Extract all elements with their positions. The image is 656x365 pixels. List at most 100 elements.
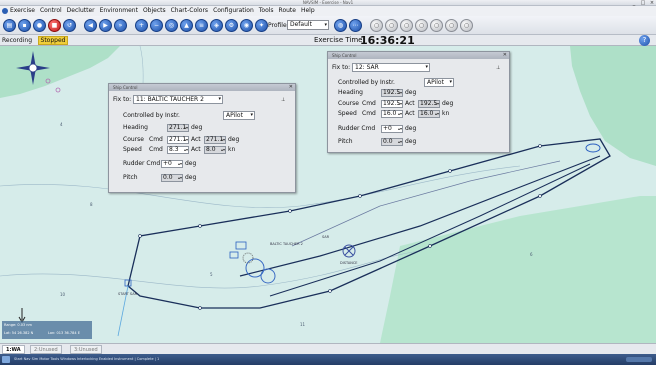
menu-route[interactable]: Route [279, 6, 296, 16]
buoy-icon[interactable]: ○ [430, 19, 443, 32]
controlled-by-value: APilot [226, 112, 243, 119]
exercise-time-value: 16:36:21 [360, 34, 415, 47]
controlled-by-select[interactable]: APilot ▾ [424, 78, 454, 87]
fix-to-value: 11: BALTIC TAUCHER 2 [136, 96, 204, 103]
menu-environment[interactable]: Environment [100, 6, 138, 16]
os-taskbar: Start Nav Sim Motor Tools Windows Interl… [0, 354, 656, 365]
pitch-label: Pitch [123, 174, 138, 181]
fix-to-select[interactable]: 12: SAR ▾ [352, 63, 430, 72]
heading-label: Heading [338, 89, 363, 96]
fast-forward-icon[interactable]: » [114, 19, 127, 32]
svg-text:8: 8 [90, 202, 93, 207]
speed-cmd-input[interactable]: 16.0 ▴▾ [381, 110, 403, 118]
course-unit: deg [228, 136, 240, 143]
pitch-label: Pitch [338, 138, 353, 145]
vessel-cluster[interactable] [229, 241, 276, 284]
fix-to-select[interactable]: 11: BALTIC TAUCHER 2 ▾ [133, 95, 223, 104]
course-act-value: 192.5 ▴▾ [418, 100, 440, 108]
pitch-value: 0.0 ▴▾ [381, 138, 403, 146]
coastline-se [380, 196, 656, 343]
zoom-out-icon[interactable]: − [150, 19, 163, 32]
range-readout: Range: 0.03 nm [4, 323, 32, 327]
controlled-by-select[interactable]: APilot ▾ [223, 111, 255, 120]
speed-act-label: Act [405, 110, 415, 117]
info-icon[interactable]: ○ [385, 19, 398, 32]
heading-unit: deg [405, 89, 417, 96]
north-arrow-icon [18, 308, 26, 323]
save-icon[interactable]: ▪ [18, 19, 31, 32]
help-button[interactable]: ? [639, 35, 650, 46]
menu-help[interactable]: Help [301, 6, 315, 16]
chart-icon[interactable]: ◈ [210, 19, 223, 32]
speed-unit: kn [442, 110, 450, 117]
start-button[interactable] [2, 356, 10, 363]
speed-unit: kn [228, 146, 236, 153]
close-icon[interactable]: ✕ [289, 84, 293, 91]
rudder-label: Rudder Cmd [338, 125, 376, 132]
ship-icon[interactable]: ▲ [180, 19, 193, 32]
controlled-by-label: Controlled by Instr. [123, 112, 180, 119]
menu-objects[interactable]: Objects [143, 6, 166, 16]
menu-tools[interactable]: Tools [259, 6, 274, 16]
rudder-unit: deg [405, 125, 417, 132]
tab-3-unused[interactable]: 3:Unused [70, 345, 102, 354]
close-icon[interactable]: ✕ [503, 52, 507, 59]
grid-icon[interactable]: ○ [400, 19, 413, 32]
stop-icon[interactable]: ■ [48, 19, 61, 32]
course-unit: deg [442, 100, 454, 107]
measure-icon[interactable]: ○ [370, 19, 383, 32]
speed-label: Speed [338, 110, 357, 117]
reset-icon[interactable]: ↺ [63, 19, 76, 32]
radar-icon[interactable]: ◍ [334, 19, 347, 32]
tab-2-unused[interactable]: 2:Unused [30, 345, 62, 354]
layer-icon[interactable]: ≡ [195, 19, 208, 32]
light-icon[interactable]: ○ [445, 19, 458, 32]
baltic-label: BALTIC TAUCHER 2 [270, 242, 303, 246]
lon-readout: Lon: 013 36.784 E [48, 331, 80, 335]
play-icon[interactable]: ▶ [99, 19, 112, 32]
fix-to-value: 12: SAR [355, 64, 379, 71]
menu-control[interactable]: Control [40, 6, 62, 16]
speed-act-label: Act [191, 146, 201, 153]
settings-icon[interactable]: ⚙ [225, 19, 238, 32]
speed-cmd-input[interactable]: 8.3 ▴▾ [167, 146, 189, 154]
chevron-down-icon: ▾ [250, 112, 253, 118]
trail-icon[interactable]: ⋯ [349, 19, 362, 32]
view-tabs: 1:WA 2:Unused 3:Unused [0, 343, 656, 354]
profile-select[interactable]: Default ▾ [287, 20, 329, 30]
ship-control-panel-baltic: Ship Control ✕ Fix to: 11: BALTIC TAUCHE… [108, 83, 296, 193]
chevron-down-icon: ▾ [449, 79, 452, 85]
system-tray[interactable] [626, 357, 652, 362]
open-icon[interactable]: ▤ [3, 19, 16, 32]
start-label: START SAR [118, 292, 138, 296]
pin-icon[interactable]: ⊥ [496, 64, 500, 72]
rewind-icon[interactable]: ◀ [84, 19, 97, 32]
course-cmd-input[interactable]: 271.1 ▴▾ [167, 136, 189, 144]
menu-configuration[interactable]: Configuration [213, 6, 254, 16]
course-cmd-label: Cmd [362, 100, 376, 107]
course-cmd-input[interactable]: 192.5 ▴▾ [381, 100, 403, 108]
zoom-in-icon[interactable]: + [135, 19, 148, 32]
sound-icon[interactable]: ○ [460, 19, 473, 32]
speed-cmd-label: Cmd [362, 110, 376, 117]
center-icon[interactable]: ◎ [165, 19, 178, 32]
heading-value: 192.5 ▴▾ [381, 89, 403, 97]
weather-icon[interactable]: ○ [415, 19, 428, 32]
chart-view[interactable]: 4912 875 61011 SAR BALTIC TAUCHER 2 DIST… [0, 46, 656, 343]
camera-icon[interactable]: ◉ [240, 19, 253, 32]
compass-icon[interactable]: ✦ [255, 19, 268, 32]
menu-exercise[interactable]: Exercise [10, 6, 35, 16]
rudder-input[interactable]: +0 ▴▾ [161, 160, 183, 168]
depth-contour-2 [0, 250, 421, 289]
fix-to-label: Fix to: [332, 64, 351, 71]
menu-chart-colors[interactable]: Chart-Colors [171, 6, 208, 16]
pin-icon[interactable]: ⊥ [281, 96, 285, 104]
rudder-unit: deg [185, 160, 197, 167]
menu-declutter[interactable]: Declutter [67, 6, 95, 16]
status-bar: Recording Stopped Exercise Time: 16:36:2… [0, 35, 656, 46]
tab-1-wa[interactable]: 1:WA [2, 345, 25, 354]
rudder-input[interactable]: +0 ▴▾ [381, 125, 403, 133]
svg-text:10: 10 [60, 292, 66, 297]
ownship-icon[interactable] [585, 143, 601, 153]
record-icon[interactable]: ● [33, 19, 46, 32]
